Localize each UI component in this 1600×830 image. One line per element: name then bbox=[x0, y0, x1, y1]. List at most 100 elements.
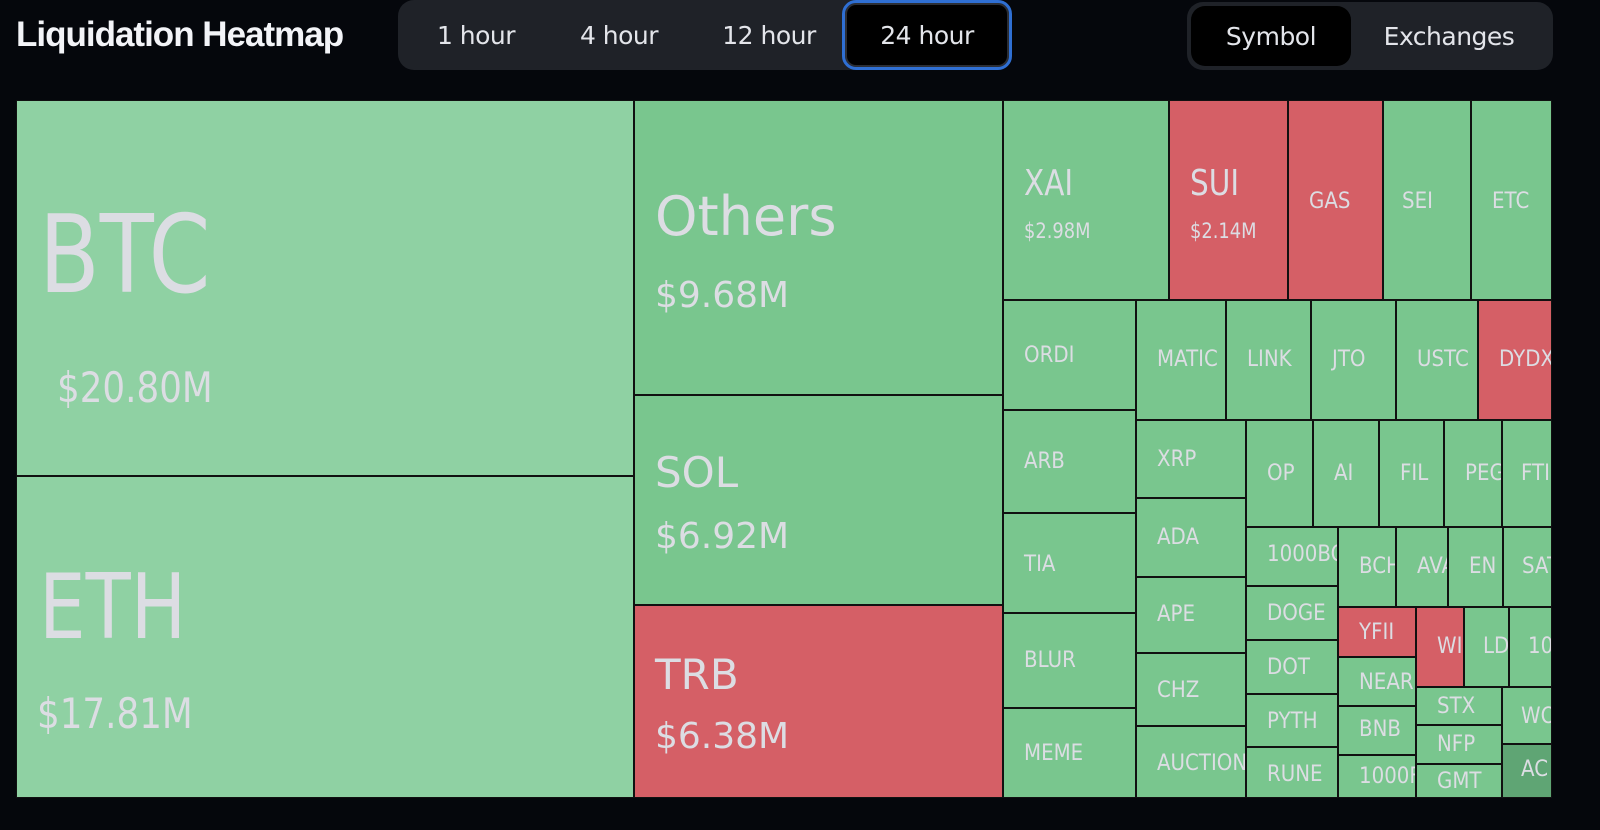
tile-symbol: ORDI bbox=[1024, 343, 1075, 368]
tile-ac[interactable]: AC bbox=[1502, 744, 1552, 798]
tile-symbol: GMT bbox=[1437, 769, 1482, 794]
tile-sol[interactable]: SOL $6.92M bbox=[634, 395, 1003, 605]
tile-matic[interactable]: MATIC bbox=[1136, 300, 1226, 420]
tile-value: $2.14M bbox=[1190, 219, 1257, 243]
tile-op[interactable]: OP bbox=[1246, 420, 1313, 527]
tile-symbol: BCH bbox=[1359, 554, 1395, 579]
tile-etc[interactable]: ETC bbox=[1471, 100, 1552, 300]
view-mode-selector: Symbol Exchanges bbox=[1187, 2, 1553, 70]
tile-gmt[interactable]: GMT bbox=[1416, 764, 1502, 798]
tile-symbol: DOT bbox=[1267, 655, 1310, 680]
tile-gas[interactable]: GAS bbox=[1288, 100, 1383, 300]
tile-auction[interactable]: AUCTION bbox=[1136, 726, 1246, 798]
tile-symbol: AUCTION bbox=[1157, 751, 1246, 776]
tile-sei[interactable]: SEI bbox=[1383, 100, 1471, 300]
tile-ava[interactable]: AVA bbox=[1396, 527, 1448, 607]
tile-symbol: SUI bbox=[1190, 163, 1240, 204]
tile-meme[interactable]: MEME bbox=[1003, 708, 1136, 798]
tile-symbol: SOL bbox=[655, 448, 739, 497]
tile-bnb[interactable]: BNB bbox=[1338, 706, 1416, 755]
time-range-4h-button[interactable]: 4 hour bbox=[544, 0, 694, 70]
tile-value: $6.38M bbox=[655, 716, 790, 757]
tile-symbol: ADA bbox=[1157, 525, 1199, 550]
tile-symbol: LD bbox=[1483, 634, 1509, 659]
tile-jto[interactable]: JTO bbox=[1311, 300, 1396, 420]
tile-btc[interactable]: BTC $20.80M bbox=[16, 100, 634, 476]
tile-yfii[interactable]: YFII bbox=[1338, 607, 1416, 657]
tile-wo[interactable]: WO bbox=[1502, 687, 1552, 744]
tile-arb[interactable]: ARB bbox=[1003, 410, 1136, 513]
tile-ape[interactable]: APE bbox=[1136, 577, 1246, 653]
tile-symbol: FTI bbox=[1521, 461, 1550, 486]
tile-dydx[interactable]: DYDX bbox=[1478, 300, 1552, 420]
tile-ld[interactable]: LD bbox=[1464, 607, 1509, 687]
tile-pyth[interactable]: PYTH bbox=[1246, 694, 1338, 747]
time-range-12h-button[interactable]: 12 hour bbox=[694, 0, 844, 70]
view-exchanges-button[interactable]: Exchanges bbox=[1359, 2, 1539, 70]
tile-rune[interactable]: RUNE bbox=[1246, 747, 1338, 798]
tile-others[interactable]: Others $9.68M bbox=[634, 100, 1003, 395]
tile-symbol: Others bbox=[655, 185, 837, 248]
time-range-1h-button[interactable]: 1 hour bbox=[398, 0, 554, 70]
tile-near[interactable]: NEAR bbox=[1338, 657, 1416, 706]
tile-symbol: BNB bbox=[1359, 717, 1401, 742]
tile-symbol: 1000F bbox=[1359, 764, 1416, 789]
tile-10[interactable]: 10 bbox=[1509, 607, 1552, 687]
tile-symbol: MATIC bbox=[1157, 347, 1218, 372]
tile-fti[interactable]: FTI bbox=[1502, 420, 1552, 527]
tile-blur[interactable]: BLUR bbox=[1003, 613, 1136, 708]
tile-symbol: USTC bbox=[1417, 347, 1469, 372]
tile-stx[interactable]: STX bbox=[1416, 687, 1502, 725]
tile-symbol: LINK bbox=[1247, 347, 1292, 372]
tile-1000bo[interactable]: 1000BO bbox=[1246, 527, 1338, 586]
tile-sat[interactable]: SAT bbox=[1503, 527, 1552, 607]
tile-symbol: ETH bbox=[39, 555, 187, 660]
tile-symbol: CHZ bbox=[1157, 678, 1200, 703]
tile-symbol: WO bbox=[1521, 704, 1551, 729]
tile-fil[interactable]: FIL bbox=[1379, 420, 1444, 527]
tile-symbol: STX bbox=[1437, 694, 1476, 719]
tile-1000f[interactable]: 1000F bbox=[1338, 755, 1416, 798]
tile-value: $9.68M bbox=[655, 275, 790, 316]
tile-symbol: APE bbox=[1157, 602, 1195, 627]
page-title: Liquidation Heatmap bbox=[16, 15, 344, 54]
time-range-24h-button[interactable]: 24 hour bbox=[842, 0, 1012, 70]
tile-symbol: PEG bbox=[1465, 461, 1502, 486]
tile-symbol: TIA bbox=[1024, 552, 1056, 577]
tile-ustc[interactable]: USTC bbox=[1396, 300, 1478, 420]
tile-symbol: AI bbox=[1334, 461, 1354, 486]
tile-peg[interactable]: PEG bbox=[1444, 420, 1502, 527]
tile-symbol: SEI bbox=[1402, 189, 1433, 214]
tile-xrp[interactable]: XRP bbox=[1136, 420, 1246, 498]
tile-eth[interactable]: ETH $17.81M bbox=[16, 476, 634, 798]
tile-symbol: YFII bbox=[1359, 620, 1395, 645]
tile-bch[interactable]: BCH bbox=[1338, 527, 1396, 607]
tile-en[interactable]: EN bbox=[1448, 527, 1503, 607]
tile-symbol: 1000BO bbox=[1267, 542, 1337, 567]
tile-symbol: EN bbox=[1469, 554, 1497, 579]
time-range-selector: 1 hour 4 hour 12 hour 24 hour bbox=[398, 0, 1012, 70]
tile-symbol: ARB bbox=[1024, 449, 1065, 474]
tile-tia[interactable]: TIA bbox=[1003, 513, 1136, 613]
tile-symbol: WI bbox=[1437, 634, 1463, 659]
tile-symbol: XRP bbox=[1157, 447, 1197, 472]
tile-sui[interactable]: SUI $2.14M bbox=[1169, 100, 1288, 300]
tile-symbol: DYDX bbox=[1499, 347, 1552, 372]
tile-chz[interactable]: CHZ bbox=[1136, 653, 1246, 726]
tile-dot[interactable]: DOT bbox=[1246, 640, 1338, 694]
tile-ordi[interactable]: ORDI bbox=[1003, 300, 1136, 410]
tile-symbol: BTC bbox=[39, 193, 211, 318]
tile-ada[interactable]: ADA bbox=[1136, 498, 1246, 577]
tile-symbol: AC bbox=[1521, 757, 1549, 782]
tile-ai[interactable]: AI bbox=[1313, 420, 1379, 527]
liquidation-treemap: BTC $20.80M ETH $17.81M Others $9.68M SOL $6.92… bbox=[16, 100, 1552, 798]
tile-nfp[interactable]: NFP bbox=[1416, 725, 1502, 764]
tile-symbol: DOGE bbox=[1267, 601, 1326, 626]
view-symbol-button[interactable]: Symbol bbox=[1191, 6, 1351, 66]
tile-wi[interactable]: WI bbox=[1416, 607, 1464, 687]
tile-value: $20.80M bbox=[57, 363, 213, 412]
tile-doge[interactable]: DOGE bbox=[1246, 586, 1338, 640]
tile-link[interactable]: LINK bbox=[1226, 300, 1311, 420]
tile-trb[interactable]: TRB $6.38M bbox=[634, 605, 1003, 798]
tile-xai[interactable]: XAI $2.98M bbox=[1003, 100, 1169, 300]
